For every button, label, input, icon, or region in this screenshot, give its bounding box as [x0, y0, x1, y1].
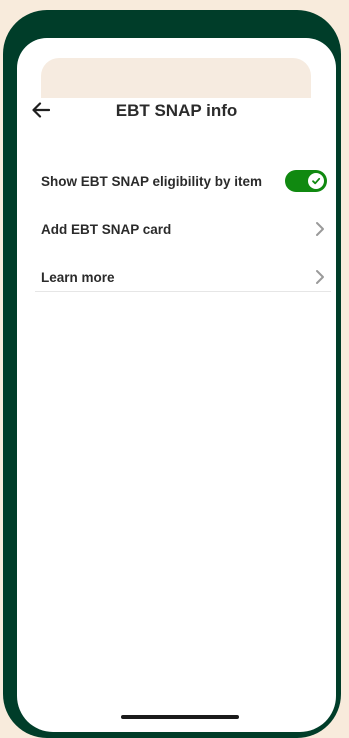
- screen: EBT SNAP info Show EBT SNAP eligibility …: [17, 38, 336, 732]
- top-bar: EBT SNAP info: [17, 88, 336, 138]
- learn-more-row[interactable]: Learn more: [41, 262, 331, 292]
- show-eligibility-label: Show EBT SNAP eligibility by item: [41, 173, 263, 189]
- show-eligibility-row[interactable]: Show EBT SNAP eligibility by item: [41, 166, 331, 196]
- add-ebt-card-row[interactable]: Add EBT SNAP card: [41, 214, 331, 244]
- chevron-right-icon: [313, 268, 327, 286]
- checkmark-icon: [312, 177, 321, 185]
- learn-more-label: Learn more: [41, 269, 115, 285]
- add-ebt-card-label: Add EBT SNAP card: [41, 221, 172, 237]
- section-divider: [35, 291, 331, 292]
- toggle-knob: [308, 173, 324, 189]
- phone-frame: EBT SNAP info Show EBT SNAP eligibility …: [3, 10, 341, 738]
- eligibility-toggle[interactable]: [285, 170, 327, 192]
- page-title: EBT SNAP info: [115, 101, 238, 120]
- chevron-right-icon: [313, 220, 327, 238]
- home-indicator: [121, 715, 239, 719]
